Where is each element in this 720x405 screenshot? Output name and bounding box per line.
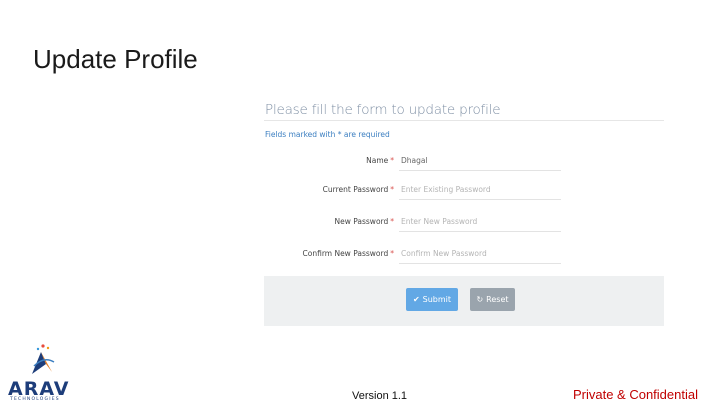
confirm-password-label: Confirm New Password * <box>302 249 394 258</box>
form-row-new-password: New Password * <box>264 211 664 233</box>
footer-version: Version 1.1 <box>352 390 408 402</box>
logo-subtext: TECHNOLOGIES <box>10 397 60 402</box>
confirm-password-input[interactable] <box>399 243 561 264</box>
name-input[interactable] <box>399 150 561 171</box>
slide-title: Update Profile <box>33 44 198 74</box>
submit-button[interactable]: ✔ Submit <box>406 288 458 311</box>
name-label: Name * <box>366 156 394 165</box>
new-password-label: New Password * <box>334 217 394 226</box>
new-password-input[interactable] <box>399 211 561 232</box>
form-row-current-password: Current Password * <box>264 179 664 201</box>
required-marker: * <box>390 156 394 165</box>
form-row-confirm-password: Confirm New Password * <box>264 243 664 265</box>
footer-confidential: Private & Confidential <box>572 387 698 402</box>
company-logo: ARAV TECHNOLOGIES <box>8 342 78 402</box>
required-fields-note: Fields marked with * are required <box>265 130 390 139</box>
required-marker: * <box>390 217 394 226</box>
form-heading-divider <box>264 120 664 121</box>
current-password-input[interactable] <box>399 179 561 200</box>
required-marker: * <box>390 185 394 194</box>
form-actions-bar: ✔ Submit ↻ Reset <box>264 276 664 326</box>
reset-button-label: Reset <box>486 295 509 304</box>
submit-button-label: Submit <box>422 295 452 304</box>
form-heading: Please fill the form to update profile <box>265 102 501 118</box>
refresh-icon: ↻ <box>476 294 484 304</box>
check-icon: ✔ <box>412 294 420 304</box>
logo-mark-icon <box>32 344 55 374</box>
required-marker: * <box>390 249 394 258</box>
reset-button[interactable]: ↻ Reset <box>470 288 515 311</box>
update-profile-form: Please fill the form to update profile F… <box>264 98 664 326</box>
form-row-name: Name * <box>264 150 664 172</box>
current-password-label: Current Password * <box>322 185 394 194</box>
